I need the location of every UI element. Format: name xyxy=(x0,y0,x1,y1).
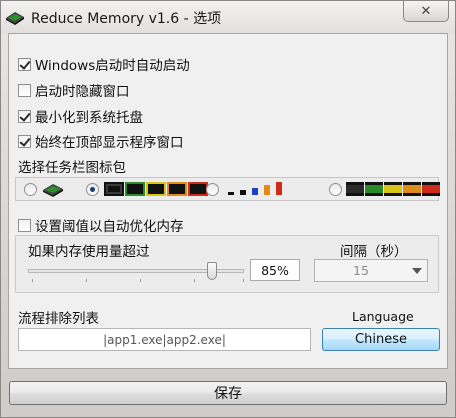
options-window: Reduce Memory v1.6 - 选项 ✕ Windows启动时自动启动… xyxy=(0,0,456,418)
exclusion-list-input[interactable]: |app1.exe|app2.exe| xyxy=(18,328,311,351)
hide-on-start-checkbox[interactable]: 启动时隐藏窗口 xyxy=(18,80,130,100)
language-button[interactable]: Chinese xyxy=(322,328,440,351)
minimize-to-tray-checkbox[interactable]: 最小化到系统托盘 xyxy=(18,106,143,126)
icon-pack-radio-2[interactable] xyxy=(206,183,219,196)
memory-chip-app-icon xyxy=(6,12,24,25)
memory-chip-pack-icon xyxy=(43,184,63,197)
always-on-top-label: 始终在顶部显示程序窗口 xyxy=(35,135,184,151)
slider-tick xyxy=(86,279,87,282)
slider-tick xyxy=(194,279,195,282)
minimize-to-tray-label: 最小化到系统托盘 xyxy=(35,110,143,126)
interval-label: 间隔（秒） xyxy=(340,244,408,260)
slider-tick xyxy=(243,279,244,282)
icon-pack-radio-0[interactable] xyxy=(24,183,37,196)
always-on-top-checkbox[interactable]: 始终在顶部显示程序窗口 xyxy=(18,131,184,151)
small-bars-pack-icon xyxy=(228,182,282,196)
icon-pack-section-label: 选择任务栏图标包 xyxy=(18,160,126,176)
icon-pack-group xyxy=(15,177,440,201)
icon-pack-radio-1[interactable] xyxy=(86,183,99,196)
always-on-top-checkbox-box[interactable] xyxy=(18,134,31,148)
interval-select[interactable]: 15 xyxy=(314,259,428,282)
window-title: Reduce Memory v1.6 - 选项 xyxy=(31,11,222,27)
exclusion-list-label: 流程排除列表 xyxy=(18,311,99,327)
colored-chip-bars-pack-icon xyxy=(346,182,440,196)
black-chip-bars-pack-icon xyxy=(104,182,208,196)
title-bar: Reduce Memory v1.6 - 选项 ✕ xyxy=(1,1,455,33)
usage-percent-display: 85% xyxy=(250,259,300,281)
close-button[interactable]: ✕ xyxy=(403,1,449,22)
threshold-label: 设置阈值以自动优化内存 xyxy=(35,219,184,235)
autostart-checkbox-box[interactable] xyxy=(18,57,31,71)
close-icon: ✕ xyxy=(420,3,432,19)
language-label: Language xyxy=(352,309,414,324)
hide-on-start-checkbox-box[interactable] xyxy=(18,83,31,97)
threshold-checkbox-box[interactable] xyxy=(18,218,31,232)
usage-slider-thumb[interactable] xyxy=(206,262,217,280)
autostart-label: Windows启动时自动启动 xyxy=(35,58,190,74)
interval-value: 15 xyxy=(353,263,369,278)
usage-threshold-label: 如果内存使用量超过 xyxy=(28,244,150,260)
icon-pack-radio-3[interactable] xyxy=(329,183,342,196)
chevron-down-icon xyxy=(412,268,422,274)
minimize-to-tray-checkbox-box[interactable] xyxy=(18,109,31,123)
threshold-checkbox[interactable]: 设置阈值以自动优化内存 xyxy=(18,215,184,235)
hide-on-start-label: 启动时隐藏窗口 xyxy=(35,84,130,100)
slider-tick xyxy=(32,279,33,282)
autostart-checkbox[interactable]: Windows启动时自动启动 xyxy=(18,54,190,74)
save-button[interactable]: 保存 xyxy=(9,381,447,405)
slider-tick xyxy=(140,279,141,282)
